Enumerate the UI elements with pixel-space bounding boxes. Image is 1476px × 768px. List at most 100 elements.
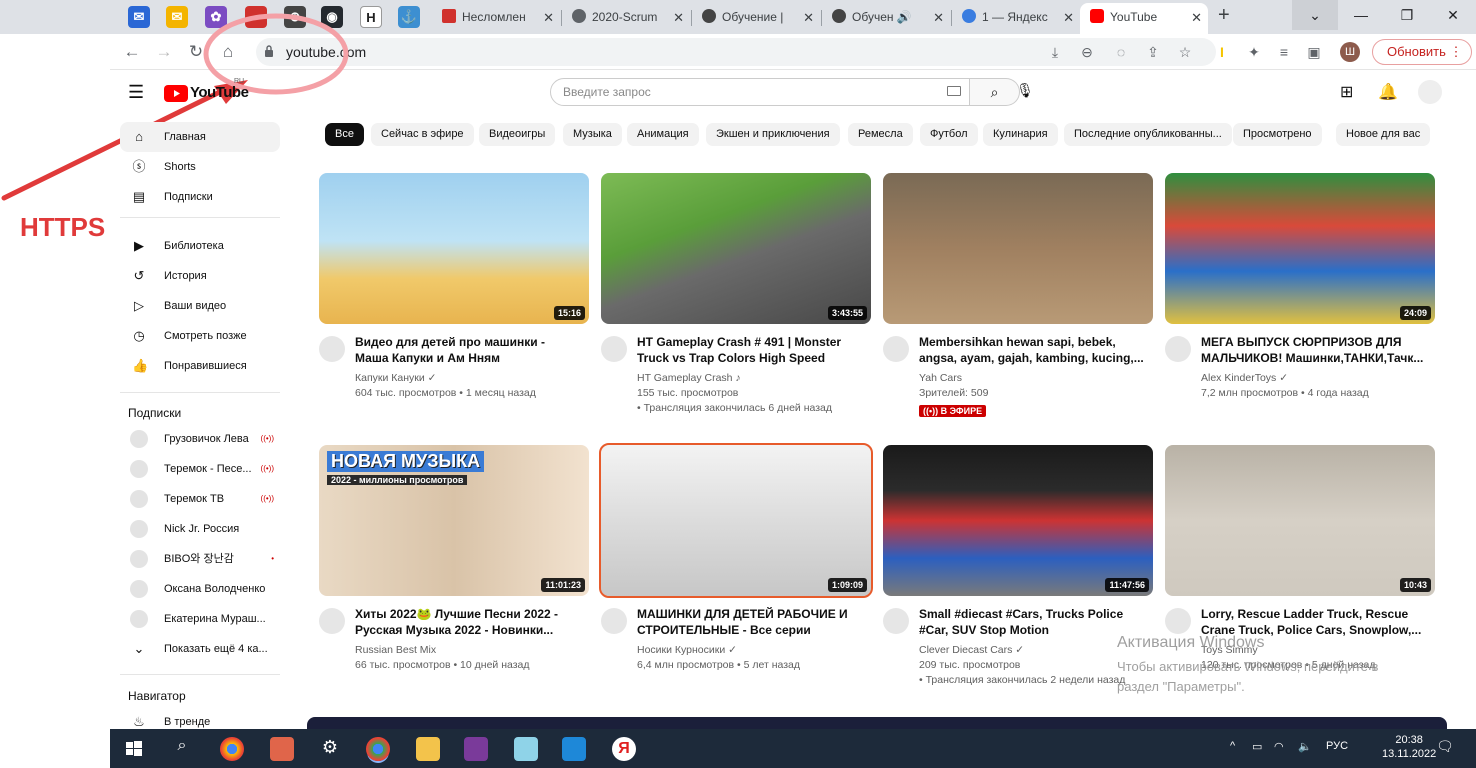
channel-avatar[interactable] [1165,608,1191,634]
tray-chevron-icon[interactable]: ^ [1230,740,1235,752]
channel-name[interactable]: Капуки Кануки ✓ [355,372,585,384]
close-icon[interactable]: ✕ [673,3,684,32]
tab-yandex[interactable]: 1 — Яндекс ✕ [952,3,1080,34]
wifi-icon[interactable]: ◠ [1274,740,1284,753]
close-icon[interactable]: ✕ [1063,3,1074,32]
subscription-item[interactable]: Nick Jr. Россия [120,514,280,544]
video-thumbnail[interactable] [883,173,1153,324]
h-tab-icon[interactable]: H [360,6,382,28]
tab-neslomlen[interactable]: Несломлен ✕ [432,3,560,34]
winrar-icon[interactable] [464,737,488,761]
close-icon[interactable]: ✕ [1191,3,1202,32]
sidebar-item[interactable]: 👍 Понравившиеся [120,351,280,381]
notepad-icon[interactable] [514,737,538,761]
sidebar-item[interactable]: ◷ Смотреть позже [120,321,280,351]
channel-avatar[interactable] [319,608,345,634]
filter-chip[interactable]: Последние опубликованны... [1064,123,1232,146]
language-indicator[interactable]: РУС [1326,740,1348,752]
video-title[interactable]: Видео для детей про машинки - Маша Капук… [355,334,581,366]
profile-avatar[interactable]: Ш [1340,42,1360,62]
docker-tab-icon[interactable]: ⚓ [398,6,420,28]
media-icon[interactable]: ≡ [1274,42,1294,62]
video-thumbnail[interactable]: 10:43 [1165,445,1435,596]
video-thumbnail[interactable]: 24:09 [1165,173,1435,324]
channel-name[interactable]: Носики Курносики ✓ [637,644,867,656]
channel-name[interactable]: HT Gameplay Crash ♪ [637,372,867,384]
filter-chip[interactable]: Футбол [920,123,978,146]
paint-icon[interactable] [270,737,294,761]
install-icon[interactable]: ⤓ [1046,43,1064,61]
eye-off-icon[interactable]: ◌ [1112,43,1130,61]
video-title[interactable]: Хиты 2022🐸 Лучшие Песни 2022 - Русская М… [355,606,581,638]
windows-start-icon[interactable] [122,737,146,761]
keyboard-icon[interactable] [947,86,961,96]
channel-name[interactable]: Russian Best Mix [355,644,585,656]
address-bar[interactable]: youtube.com ⤓ ⊖ ◌ ⇪ ☆ [256,38,1216,66]
channel-avatar[interactable] [1165,336,1191,362]
video-card[interactable]: Membersihkan hewan sapi, bebek, angsa, a… [883,173,1153,417]
filter-chip[interactable]: Новое для вас [1336,123,1431,146]
video-thumbnail[interactable]: 11:47:56 [883,445,1153,596]
zoom-icon[interactable]: ⊖ [1078,43,1096,61]
video-card[interactable]: 24:09 МЕГА ВЫПУСК СЮРПРИЗОВ ДЛЯ МАЛЬЧИКОВ… [1165,173,1435,413]
video-title[interactable]: Membersihkan hewan sapi, bebek, angsa, a… [919,334,1145,366]
filter-chip[interactable]: Экшен и приключения [706,123,840,146]
channel-avatar[interactable] [601,336,627,362]
notifications-icon[interactable]: 🗨 [1436,738,1454,755]
video-thumbnail[interactable]: 1:09:09 [599,443,873,598]
video-card[interactable]: НОВАЯ МУЗЫКА 2022 - миллионы просмотров 11… [319,445,589,685]
video-thumbnail[interactable]: 15:16 [319,173,589,324]
close-window-icon[interactable]: ✕ [1430,0,1476,30]
share-icon[interactable]: ⇪ [1144,43,1162,61]
video-card[interactable]: 1:09:09 МАШИНКИ ДЛЯ ДЕТЕЙ РАБОЧИЕ И СТРОИ… [599,443,873,685]
mail-tab-icon[interactable]: ✉ [128,6,150,28]
video-title[interactable]: HT Gameplay Crash # 491 | Monster Truck … [637,334,863,366]
filter-chip[interactable]: Анимация [627,123,699,146]
clock[interactable]: 20:38 13.11.2022 [1382,733,1436,761]
video-card[interactable]: 15:16 Видео для детей про машинки - Маша … [319,173,589,413]
tab-scrum[interactable]: 2020-Scrum ✕ [562,3,690,34]
sidebar-item[interactable]: ▤ Подписки [120,182,280,212]
show-more-button[interactable]: ⌄ Показать ещё 4 ка... [120,634,280,664]
new-tab-button[interactable]: + [1218,4,1230,27]
yandex-browser-icon[interactable]: Я [612,737,636,761]
video-title[interactable]: МЕГА ВЫПУСК СЮРПРИЗОВ ДЛЯ МАЛЬЧИКОВ! Маш… [1201,334,1427,366]
channel-name[interactable]: Alex KinderToys ✓ [1201,372,1431,384]
channel-name[interactable]: Yah Cars [919,372,1149,384]
filter-chip[interactable]: Просмотрено [1233,123,1322,146]
volume-icon[interactable]: 🔈 [1298,740,1312,753]
channel-avatar[interactable] [601,608,627,634]
sidebar-item[interactable]: ▷ Ваши видео [120,291,280,321]
video-title[interactable]: Small #diecast #Cars, Trucks Police #Car… [919,606,1145,638]
channel-avatar[interactable] [883,608,909,634]
settings-icon[interactable]: ⚙ [318,737,342,761]
restore-icon[interactable]: ❐ [1384,0,1430,30]
subscription-item[interactable]: Екатерина Мураш... [120,604,280,634]
vscode-icon[interactable] [562,737,586,761]
subscription-item[interactable]: Оксана Володченко [120,574,280,604]
filter-chip[interactable]: Ремесла [848,123,913,146]
sidebar-item[interactable]: ↺ История [120,261,280,291]
filter-chip[interactable]: Кулинария [983,123,1058,146]
more-icon[interactable]: ⋮ [1450,44,1463,59]
channel-avatar[interactable] [319,336,345,362]
sidebar-item[interactable]: ▶ Библиотека [120,231,280,261]
yandex-ext-icon[interactable]: I [1212,42,1232,62]
subscription-item[interactable]: Теремок ТВ ((•)) [120,484,280,514]
filter-chip[interactable]: Сейчас в эфире [371,123,474,146]
back-icon[interactable]: ← [118,38,146,66]
sidebar-item[interactable]: ⌂ Главная [120,122,280,152]
chrome-active-icon[interactable] [366,737,390,761]
video-thumbnail[interactable]: НОВАЯ МУЗЫКА 2022 - миллионы просмотров 11… [319,445,589,596]
close-icon[interactable]: ✕ [803,3,814,32]
search-icon[interactable]: ⌕ [170,737,194,761]
video-card[interactable]: 3:43:55 HT Gameplay Crash # 491 | Monster… [601,173,871,414]
close-icon[interactable]: ✕ [543,3,554,32]
channel-name[interactable]: Clever Diecast Cars ✓ [919,644,1149,656]
close-icon[interactable]: ✕ [933,3,944,32]
folder-icon[interactable] [416,737,440,761]
channel-avatar[interactable] [883,336,909,362]
sidepanel-icon[interactable]: ▣ [1304,42,1324,62]
tab-learning-audio[interactable]: Обучен 🔊 ✕ [822,3,950,34]
search-button[interactable]: ⌕ [970,78,1020,106]
